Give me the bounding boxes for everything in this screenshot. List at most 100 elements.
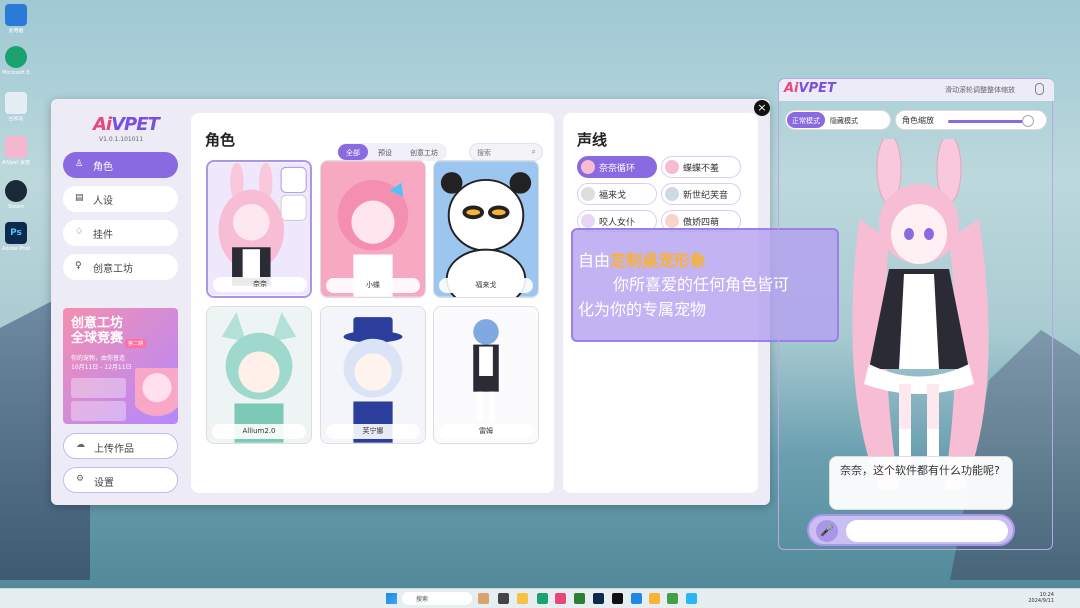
microphone-icon[interactable]: 🎤 [816, 520, 838, 542]
windows-start-icon[interactable] [386, 593, 397, 604]
characters-panel: 角色 全部 预设 创意工坊 搜索 ⌕ 奈奈 小蝶 福来戈 Allium2.0 芙… [191, 113, 554, 493]
character-name: 福来戈 [439, 278, 533, 293]
workshop-contest-banner[interactable]: 创意工坊 全球竞赛 第二期 你的宠物，由你普造 10月11日 - 12月11日 [63, 308, 178, 424]
nav-item-pendants[interactable]: ♢ 挂件 [63, 220, 178, 246]
promo-character-art [135, 368, 178, 424]
aivpet-icon [5, 136, 27, 158]
version-label: V1.0.1.101011 [99, 136, 144, 143]
voice-item[interactable]: 福来戈 [577, 183, 657, 205]
desktop-icon-recycle-bin[interactable]: 回收站 [2, 92, 30, 122]
desktop-icon-aivpet[interactable]: AiVpet 桌宠 [2, 136, 30, 166]
cloud-upload-icon: ☁ [76, 440, 85, 450]
aivpet-logo: AiVPET [784, 81, 836, 96]
filter-tab-preset[interactable]: 预设 [370, 144, 400, 160]
shirt-icon: ♙ [75, 159, 84, 169]
nav-item-characters[interactable]: ♙ 角色 [63, 152, 178, 178]
mouse-icon [1035, 83, 1044, 95]
wechat-icon[interactable] [667, 593, 678, 604]
voice-item[interactable]: 蝶蝶不羞 [661, 156, 741, 178]
monitor-icon [5, 4, 27, 26]
photoshop-icon: Ps [5, 222, 27, 244]
desktop-icon-steam[interactable]: Steam [2, 180, 30, 210]
desktop-icon-photoshop[interactable]: Ps Adobe Photoshop [2, 222, 30, 252]
desktop-pet-window: AiVPET 滑动滚轮调整整体缩放 正常模式 隐藏模式 角色缩放 奈奈，这个软件… [778, 78, 1054, 550]
voices-title: 声线 [577, 131, 608, 149]
character-name: 奈奈 [213, 277, 307, 292]
character-name: 雷姆 [439, 424, 533, 439]
character-search-input[interactable]: 搜索 ⌕ [469, 143, 543, 161]
character-art-nana [208, 162, 310, 296]
character-art-xiaodie [321, 161, 425, 297]
gift-icon: ♢ [75, 227, 84, 237]
settings-button[interactable]: ⚙ 设置 [63, 467, 178, 493]
taskbar-app-icon[interactable] [649, 593, 660, 604]
edge-icon[interactable] [537, 593, 548, 604]
search-icon: ⌕ [531, 147, 536, 156]
scroll-hint: 滑动滚轮调整整体缩放 [945, 86, 1015, 94]
filter-tab-workshop[interactable]: 创意工坊 [402, 144, 446, 160]
character-name: 小蝶 [326, 278, 420, 293]
taskbar-app-icon[interactable] [686, 593, 697, 604]
aivpet-logo: AiVPET [93, 114, 160, 135]
character-filter-tabs: 全部 预设 创意工坊 [337, 143, 447, 161]
voice-avatar [665, 160, 679, 174]
steam-icon [5, 180, 27, 202]
character-card-xiaodie[interactable]: 小蝶 [320, 160, 426, 298]
characters-title: 角色 [205, 131, 236, 149]
taskbar-app-icon[interactable] [478, 593, 489, 604]
scale-slider-track[interactable] [948, 120, 1032, 123]
character-card-nana[interactable]: 奈奈 [206, 160, 312, 298]
voice-item[interactable]: 奈奈循环 [577, 156, 657, 178]
upload-button[interactable]: ☁ 上传作品 [63, 433, 178, 459]
character-art-fulaige [434, 161, 538, 297]
desktop-icon-edge[interactable]: Microsoft Edge [2, 46, 30, 76]
taskbar-app-icon[interactable] [574, 593, 585, 604]
mode-normal-button[interactable]: 正常模式 [787, 112, 825, 128]
character-card-allium[interactable]: Allium2.0 [206, 306, 312, 444]
nav-item-workshop[interactable]: ♀ 创意工坊 [63, 254, 178, 280]
promo-tag: 第二期 [125, 339, 147, 348]
desktop-icon-this-pc[interactable]: 此电脑 [2, 4, 30, 34]
filter-tab-all[interactable]: 全部 [338, 144, 368, 160]
promo-prize-chip [71, 401, 126, 421]
character-card-furina[interactable]: 芙宁娜 [320, 306, 426, 444]
close-button[interactable]: × [754, 100, 770, 116]
character-card-rem[interactable]: 雷姆 [433, 306, 539, 444]
voice-avatar [581, 160, 595, 174]
aivpet-icon[interactable] [555, 593, 566, 604]
taskbar-app-icon[interactable] [631, 593, 642, 604]
character-art-allium [207, 307, 311, 443]
callout-highlight: 定制桌宠形象 [610, 251, 707, 270]
character-card-fulaige[interactable]: 福来戈 [433, 160, 539, 298]
voice-avatar [581, 214, 595, 228]
pet-speech-bubble: 奈奈，这个软件都有什么功能呢? [829, 456, 1013, 510]
chat-input[interactable] [846, 520, 1008, 542]
character-name: 芙宁娜 [326, 424, 420, 439]
clock[interactable]: 10:24 2024/9/11 [1028, 592, 1054, 604]
character-art-rem [434, 307, 538, 443]
taskbar-app-icon[interactable] [612, 593, 623, 604]
scale-slider-handle[interactable] [1021, 115, 1034, 127]
photoshop-icon[interactable] [593, 593, 604, 604]
taskbar: 搜索 10:24 2024/9/11 [0, 588, 1080, 608]
voice-avatar [665, 187, 679, 201]
voice-avatar [665, 214, 679, 228]
document-icon: ▤ [75, 193, 84, 203]
gear-icon: ⚙ [76, 474, 85, 484]
voice-avatar [581, 187, 595, 201]
taskbar-app-icon[interactable] [498, 593, 509, 604]
recycle-bin-icon [5, 92, 27, 114]
chat-input-bar: 🎤 [807, 514, 1015, 546]
pet-window-header: AiVPET 滑动滚轮调整整体缩放 [779, 79, 1054, 101]
mode-hidden-button[interactable]: 隐藏模式 [825, 112, 863, 128]
character-scale-control: 角色缩放 [895, 110, 1047, 130]
edge-icon [5, 46, 27, 68]
character-art-furina [321, 307, 425, 443]
nav-item-persona[interactable]: ▤ 人设 [63, 186, 178, 212]
promo-prize-chip [71, 378, 126, 398]
folder-icon[interactable] [517, 593, 528, 604]
voice-item[interactable]: 新世纪芙音 [661, 183, 741, 205]
taskbar-search[interactable]: 搜索 [402, 592, 472, 605]
mode-toggle: 正常模式 隐藏模式 [785, 110, 891, 130]
bulb-icon: ♀ [75, 261, 82, 271]
